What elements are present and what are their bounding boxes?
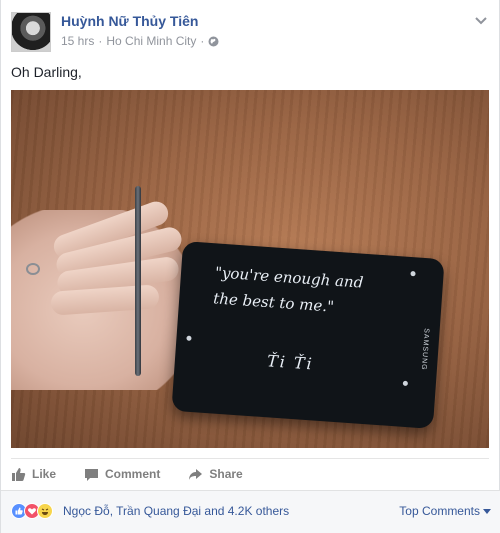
globe-icon[interactable] — [208, 36, 219, 47]
reactions-summary[interactable]: Ngọc Đỗ, Trần Quang Đại and 4.2K others — [63, 504, 289, 518]
reactions-bar: Ngọc Đỗ, Trần Quang Đại and 4.2K others … — [1, 490, 500, 533]
divider — [11, 458, 489, 459]
meta-separator: · — [98, 34, 103, 48]
thumbs-up-icon — [12, 467, 26, 481]
comment-label: Comment — [105, 467, 161, 481]
top-comments-dropdown[interactable]: Top Comments — [399, 504, 491, 518]
stylus-pen — [135, 186, 141, 376]
post-meta: 15 hrs · Ho Chi Minh City · — [61, 34, 219, 48]
phone-image: "you're enough and the best to me." Ťi Ť… — [171, 241, 445, 429]
meta-separator: · — [200, 34, 205, 48]
screen-dot — [410, 271, 416, 277]
like-label: Like — [32, 467, 57, 481]
avatar[interactable] — [11, 12, 51, 52]
comment-button[interactable]: Comment — [84, 467, 160, 482]
post-card: Huỳnh Nữ Thủy Tiên 15 hrs · Ho Chi Minh … — [0, 0, 500, 533]
action-bar: Like Comment Share — [11, 462, 243, 486]
ring-shape — [26, 263, 40, 275]
post-time[interactable]: 15 hrs — [61, 34, 94, 48]
reaction-icons[interactable] — [11, 503, 53, 519]
screen-dot — [402, 380, 409, 387]
handwritten-note: "you're enough and the best to me." — [212, 259, 395, 323]
post-header: Huỳnh Nữ Thủy Tiên 15 hrs · Ho Chi Minh … — [11, 8, 491, 52]
share-label: Share — [209, 467, 243, 481]
comment-icon — [85, 468, 99, 481]
share-arrow-icon — [189, 468, 203, 480]
author-name[interactable]: Huỳnh Nữ Thủy Tiên — [61, 13, 198, 29]
signature: Ťi Ťi — [266, 351, 315, 374]
phone-brand: SAMSUNG — [419, 327, 430, 371]
post-options-chevron-icon[interactable] — [473, 14, 489, 26]
like-button[interactable]: Like — [11, 467, 56, 482]
screen-dot — [186, 335, 192, 341]
share-button[interactable]: Share — [188, 467, 243, 482]
top-comments-label: Top Comments — [399, 504, 480, 518]
haha-icon — [37, 503, 53, 519]
post-text: Oh Darling, — [11, 64, 82, 80]
post-location[interactable]: Ho Chi Minh City — [106, 34, 196, 48]
post-photo[interactable]: "you're enough and the best to me." Ťi Ť… — [11, 90, 489, 448]
caret-down-icon — [483, 504, 491, 518]
